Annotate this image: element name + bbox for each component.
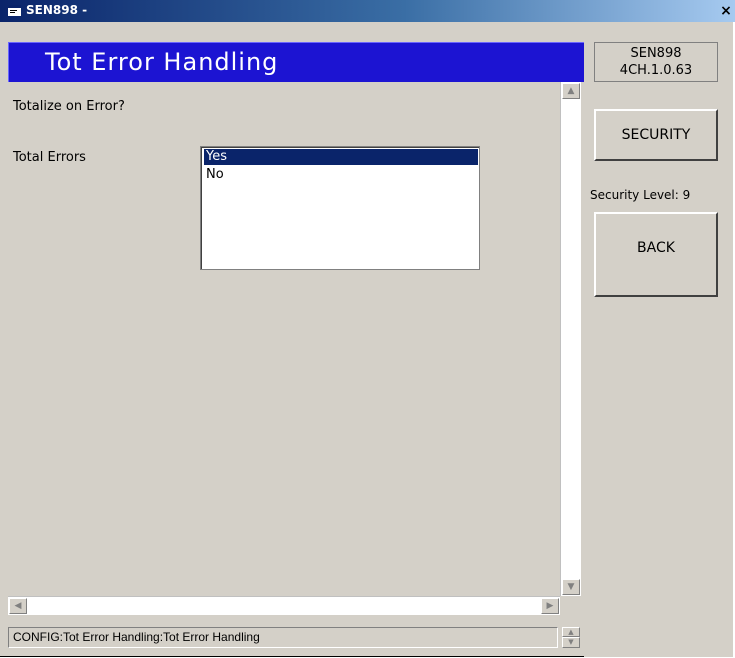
scroll-down-icon[interactable]: ▼ [562,579,580,595]
close-icon[interactable]: × [717,2,735,20]
security-button[interactable]: SECURITY [594,109,718,161]
scroll-left-icon[interactable]: ◀ [9,598,27,614]
status-scroll-up-icon[interactable]: ▲ [562,627,580,637]
total-errors-listbox[interactable]: Yes No [200,146,480,270]
horizontal-scrollbar[interactable]: ◀ ▶ [8,596,560,615]
scroll-right-icon[interactable]: ▶ [541,598,559,614]
scroll-up-icon[interactable]: ▲ [562,83,580,99]
back-button[interactable]: BACK [594,212,718,297]
vertical-scrollbar[interactable]: ▲ ▼ [560,82,581,596]
list-option-yes[interactable]: Yes [204,149,478,165]
side-panel: SEN898 4CH.1.0.63 SECURITY Security Leve… [584,22,733,657]
app-window-icon [8,5,21,16]
version-line-2: 4CH.1.0.63 [619,63,693,78]
security-level-label: Security Level: 9 [590,188,691,202]
title-bar[interactable]: SEN898 - × [0,0,735,22]
app-window: SEN898 - × Tot Error Handling Totalize o… [0,0,735,657]
page-header: Tot Error Handling [8,42,584,82]
question-label: Totalize on Error? [13,99,125,114]
status-spinner[interactable]: ▲ ▼ [562,627,580,648]
page-title: Tot Error Handling [45,48,279,76]
status-bar: CONFIG:Tot Error Handling:Tot Error Hand… [8,627,558,648]
version-box: SEN898 4CH.1.0.63 [594,42,718,82]
window-title: SEN898 - [26,3,88,17]
version-line-1: SEN898 [630,46,682,61]
status-scroll-down-icon[interactable]: ▼ [562,637,580,648]
list-option-no[interactable]: No [204,167,224,183]
total-errors-label: Total Errors [13,150,86,165]
